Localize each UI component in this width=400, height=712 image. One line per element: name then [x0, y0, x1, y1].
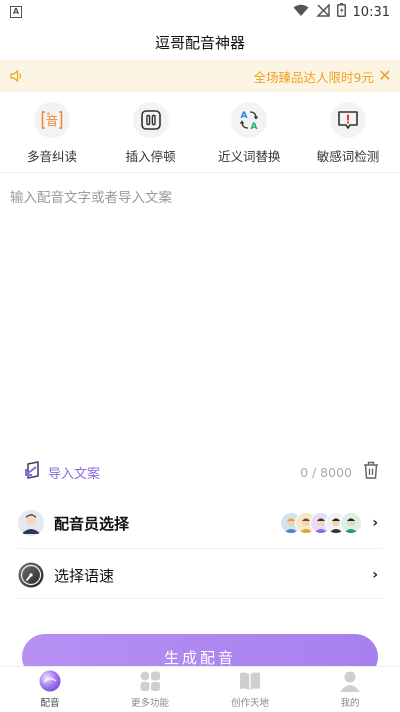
voice-actor-label: 配音员选择 [54, 514, 130, 533]
profile-icon [339, 670, 361, 692]
tool-label: 插入停顿 [125, 149, 176, 164]
status-time: 10:31 [352, 4, 390, 20]
close-icon[interactable]: ✕ [378, 68, 392, 84]
divider [18, 548, 382, 549]
notice-text[interactable]: 全场臻品达人限时9元 [24, 67, 374, 86]
voice-actor-row[interactable]: 配音员选择 › [0, 498, 400, 548]
status-bar: A 10:31 [0, 0, 400, 24]
nav-label: 配音 [40, 698, 60, 709]
more-functions-icon [139, 670, 161, 692]
import-label: 导入文案 [48, 466, 101, 482]
speaker-icon [10, 67, 24, 86]
import-row: 导入文案 0 / 8000 [0, 458, 400, 486]
creation-book-icon [239, 670, 261, 692]
text-editor [10, 178, 390, 448]
divider [0, 172, 400, 173]
import-text-button[interactable]: 导入文案 [22, 460, 100, 484]
tool-label: 多音纠读 [26, 149, 77, 164]
voice-actor-avatars [280, 512, 363, 534]
speech-speed-row[interactable]: 选择语速 › [0, 550, 400, 600]
pause-icon [132, 102, 169, 138]
chevron-right-icon: › [372, 515, 378, 531]
wifi-icon [293, 4, 309, 21]
notice-bar[interactable]: 全场臻品达人限时9元 ✕ [0, 60, 400, 92]
app-title: 逗哥配音神器 [154, 33, 245, 52]
tool-synonym-replace[interactable]: A A 近义词替换 [205, 96, 293, 170]
tool-insert-pause[interactable]: 插入停顿 [107, 96, 195, 170]
dubbing-icon [39, 670, 61, 692]
nav-item-creation[interactable]: 创作天地 [200, 667, 300, 712]
svg-text:声: 声 [47, 111, 51, 117]
nav-label: 我的 [340, 698, 360, 709]
notification-a-icon: A [10, 6, 22, 18]
nav-label: 更多功能 [130, 698, 169, 709]
tool-pronunciation-correction[interactable]: 音 声 多音纠读 [8, 96, 96, 170]
trash-icon[interactable] [362, 460, 380, 484]
nav-item-profile[interactable]: 我的 [300, 667, 400, 712]
tools-row: 音 声 多音纠读 插入停顿 A A 近义词替换 敏感词检测 [0, 96, 400, 170]
pronunciation-icon: 音 声 [34, 102, 70, 138]
tool-label: 近义词替换 [218, 149, 281, 164]
no-signal-icon [315, 2, 330, 21]
speech-speed-label: 选择语速 [54, 566, 115, 585]
bottom-nav: 配音 更多功能 创作天地 我的 [0, 666, 400, 712]
svg-text:A: A [241, 111, 248, 121]
tool-sensitive-word-check[interactable]: 敏感词检测 [304, 96, 392, 170]
nav-item-dubbing[interactable]: 配音 [0, 667, 100, 712]
synonym-icon: A A [231, 102, 268, 138]
voice-avatar [340, 512, 363, 534]
import-icon [22, 460, 42, 484]
character-count: 0 / 8000 [300, 464, 352, 480]
nav-item-more-functions[interactable]: 更多功能 [100, 667, 200, 712]
chevron-right-icon: › [372, 567, 378, 583]
tool-label: 敏感词检测 [316, 149, 380, 164]
divider [18, 598, 382, 599]
dubbing-text-input[interactable] [10, 178, 390, 448]
speedometer-icon [18, 562, 44, 588]
battery-icon [336, 3, 346, 21]
voice-actor-avatar-icon [18, 510, 44, 536]
nav-label: 创作天地 [230, 698, 269, 709]
svg-text:A: A [251, 122, 258, 132]
sensitive-word-icon [329, 102, 366, 138]
